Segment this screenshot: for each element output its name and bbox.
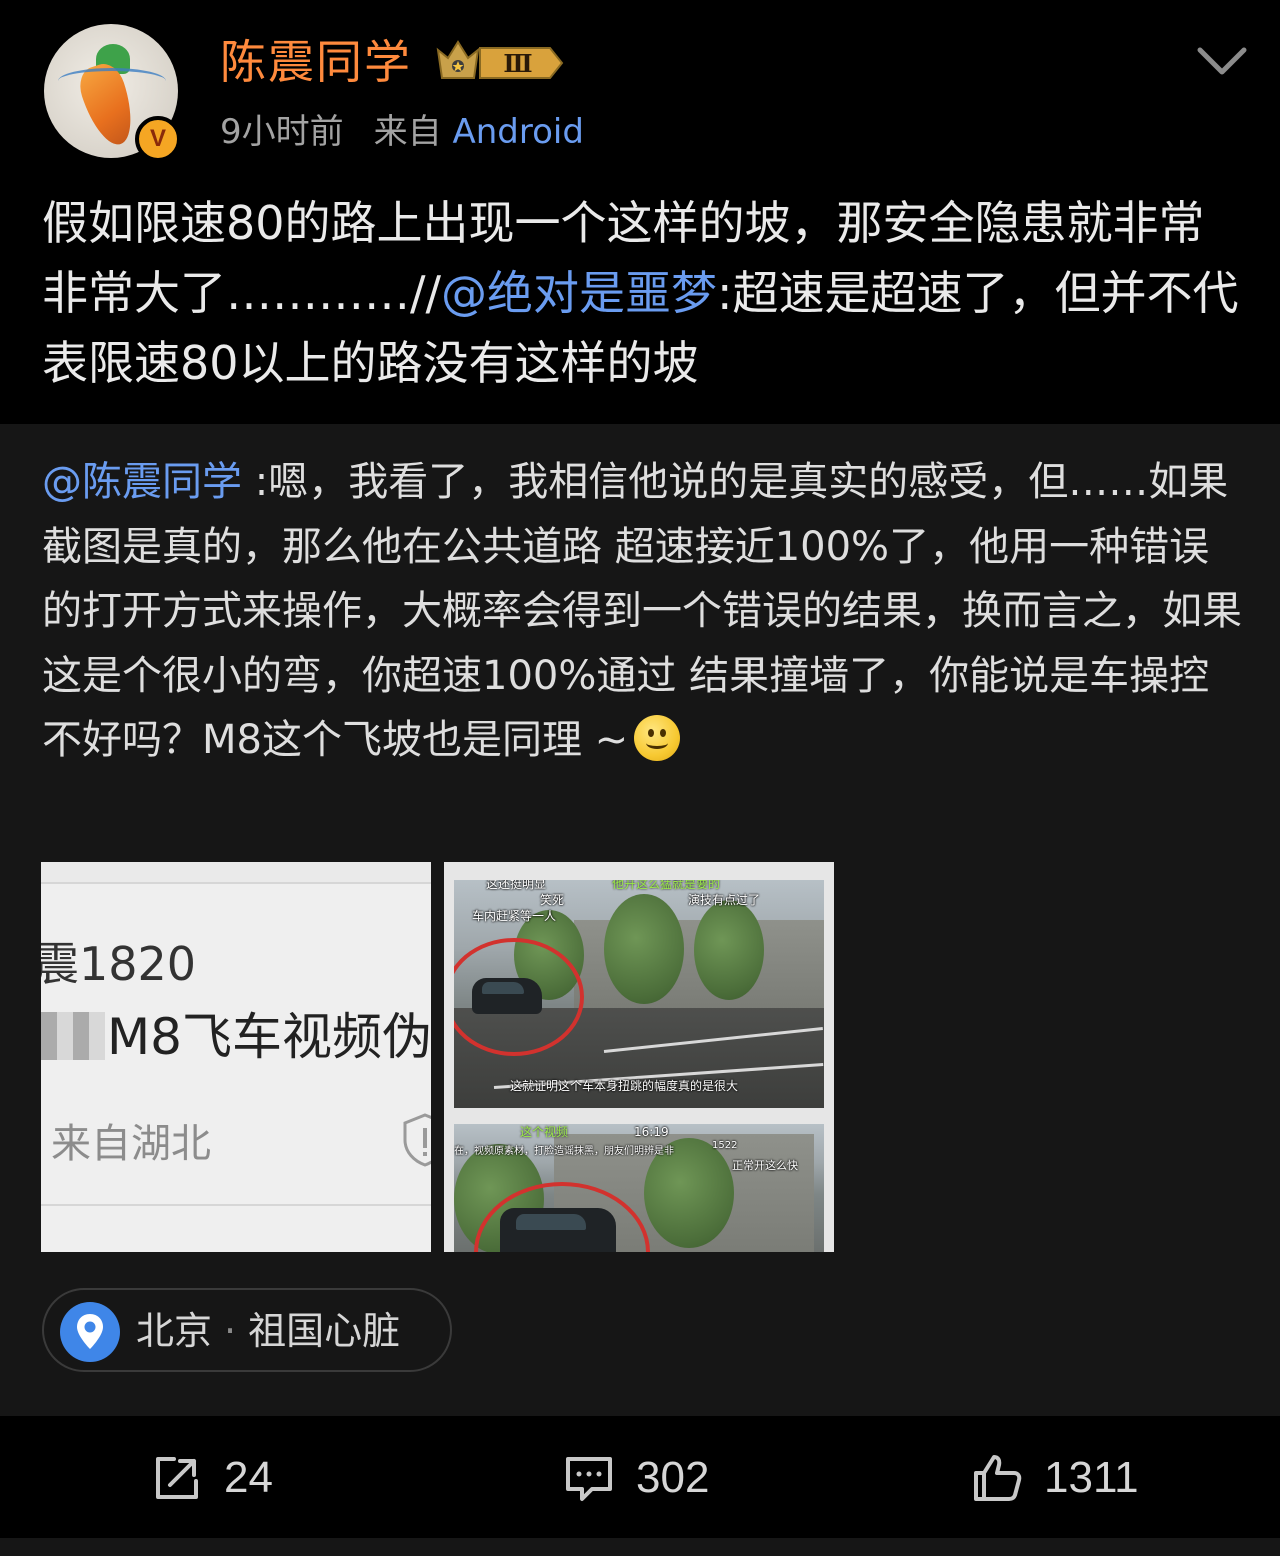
location-tag[interactable]: 北京 · 祖国心脏 [42,1288,452,1372]
thumb1-divider [41,1204,431,1206]
verified-mark: V [149,125,166,152]
location-text: 北京 · 祖国心脏 [136,1304,400,1358]
frame1-caption-top-green: 他开这么猛就是要的 [612,880,721,891]
verified-icon: V [135,116,181,162]
username[interactable]: 陈震同学 [220,32,412,92]
post-meta: 9小时前 来自 Android [220,108,584,156]
image-thumbnail-1[interactable]: 震1820 M8飞车视频伪 来自湖北 [41,862,431,1252]
location-city: 北京 [136,1309,213,1353]
smile-emoji-icon [634,715,681,761]
avatar-scribble-decoration [58,68,166,94]
vip-level-badge-icon[interactable]: Ⅲ [434,36,566,88]
comment-count: 302 [636,1453,710,1502]
share-icon [156,1457,198,1499]
frame1-caption-laugh: 笑死 [540,893,565,907]
frame2-like-count: 1522 [712,1140,738,1151]
post-text: 假如限速80的路上出现一个这样的坡，那安全隐患就非常非常大了…………//@绝对是… [42,188,1242,398]
frame2-caption-right: 正常开这么快 [732,1159,798,1172]
comment-icon [566,1457,612,1501]
frame1-caption-car: 车内赶紧等一人 [472,909,557,923]
chevron-down-icon[interactable] [1194,40,1250,80]
thumb1-location: 来自湖北 [51,1121,211,1167]
frame1-caption-right: 演技有点过了 [688,893,761,907]
shield-warning-icon [403,1113,431,1167]
vip-level-text: Ⅲ [503,49,532,78]
image-thumbnail-2[interactable]: 这还挺明显 他开这么猛就是要的 笑死 演技有点过了 车内赶紧等一人 这就证明这个… [444,862,834,1252]
frame1-tree [694,900,764,1000]
frame1-subtitle: 这就证明这个车本身扭跳的幅度真的是很大 [510,1079,739,1093]
repost-mention[interactable]: @陈震同学 [42,459,242,505]
share-count: 24 [224,1453,273,1502]
thumb1-title: M8飞车视频伪 [107,1008,431,1066]
bottom-strip [0,1538,1280,1556]
thumb1-number: 震1820 [41,937,197,991]
frame1-tree [604,894,684,1004]
repost-text: @陈震同学 :嗯，我看了，我相信他说的是真实的感受，但……如果截图是真的，那么他… [42,450,1242,773]
location-place: 祖国心脏 [248,1309,401,1353]
share-button[interactable]: 24 [150,1444,273,1512]
location-separator: · [224,1309,237,1353]
post-source[interactable]: Android [452,112,583,152]
like-count: 1311 [1044,1453,1139,1502]
frame2-caption-top-green: 这个视频 [520,1125,569,1139]
thumbs-up-icon [974,1455,1022,1501]
location-pin-icon [60,1302,120,1362]
post-time: 9小时前 [220,112,344,152]
source-prefix: 来自 [373,112,442,152]
thumb1-top-bar [41,862,431,884]
action-bar: 24 302 1311 [0,1418,1280,1538]
like-button[interactable]: 1311 [970,1444,1139,1512]
comment-button[interactable]: 302 [562,1444,709,1512]
frame2-caption-top-left: 在，视频原素材，打脸造谣抹黑，朋友们明辨是非 [454,1146,674,1157]
frame2-timestamp: 16:19 [634,1125,669,1139]
frame1-caption-top-left: 这还挺明显 [486,880,547,891]
post-header: V 陈震同学 Ⅲ 9小时前 来自 Android [0,0,1280,185]
post-mention[interactable]: @绝对是噩梦 [441,266,717,320]
video-frame-1: 这还挺明显 他开这么猛就是要的 笑死 演技有点过了 车内赶紧等一人 这就证明这个… [454,880,824,1108]
thumb1-blurred-text [41,1012,105,1060]
video-frame-2: 这个视频 16:19 在，视频原素材，打脸造谣抹黑，朋友们明辨是非 1522 正… [454,1124,824,1252]
